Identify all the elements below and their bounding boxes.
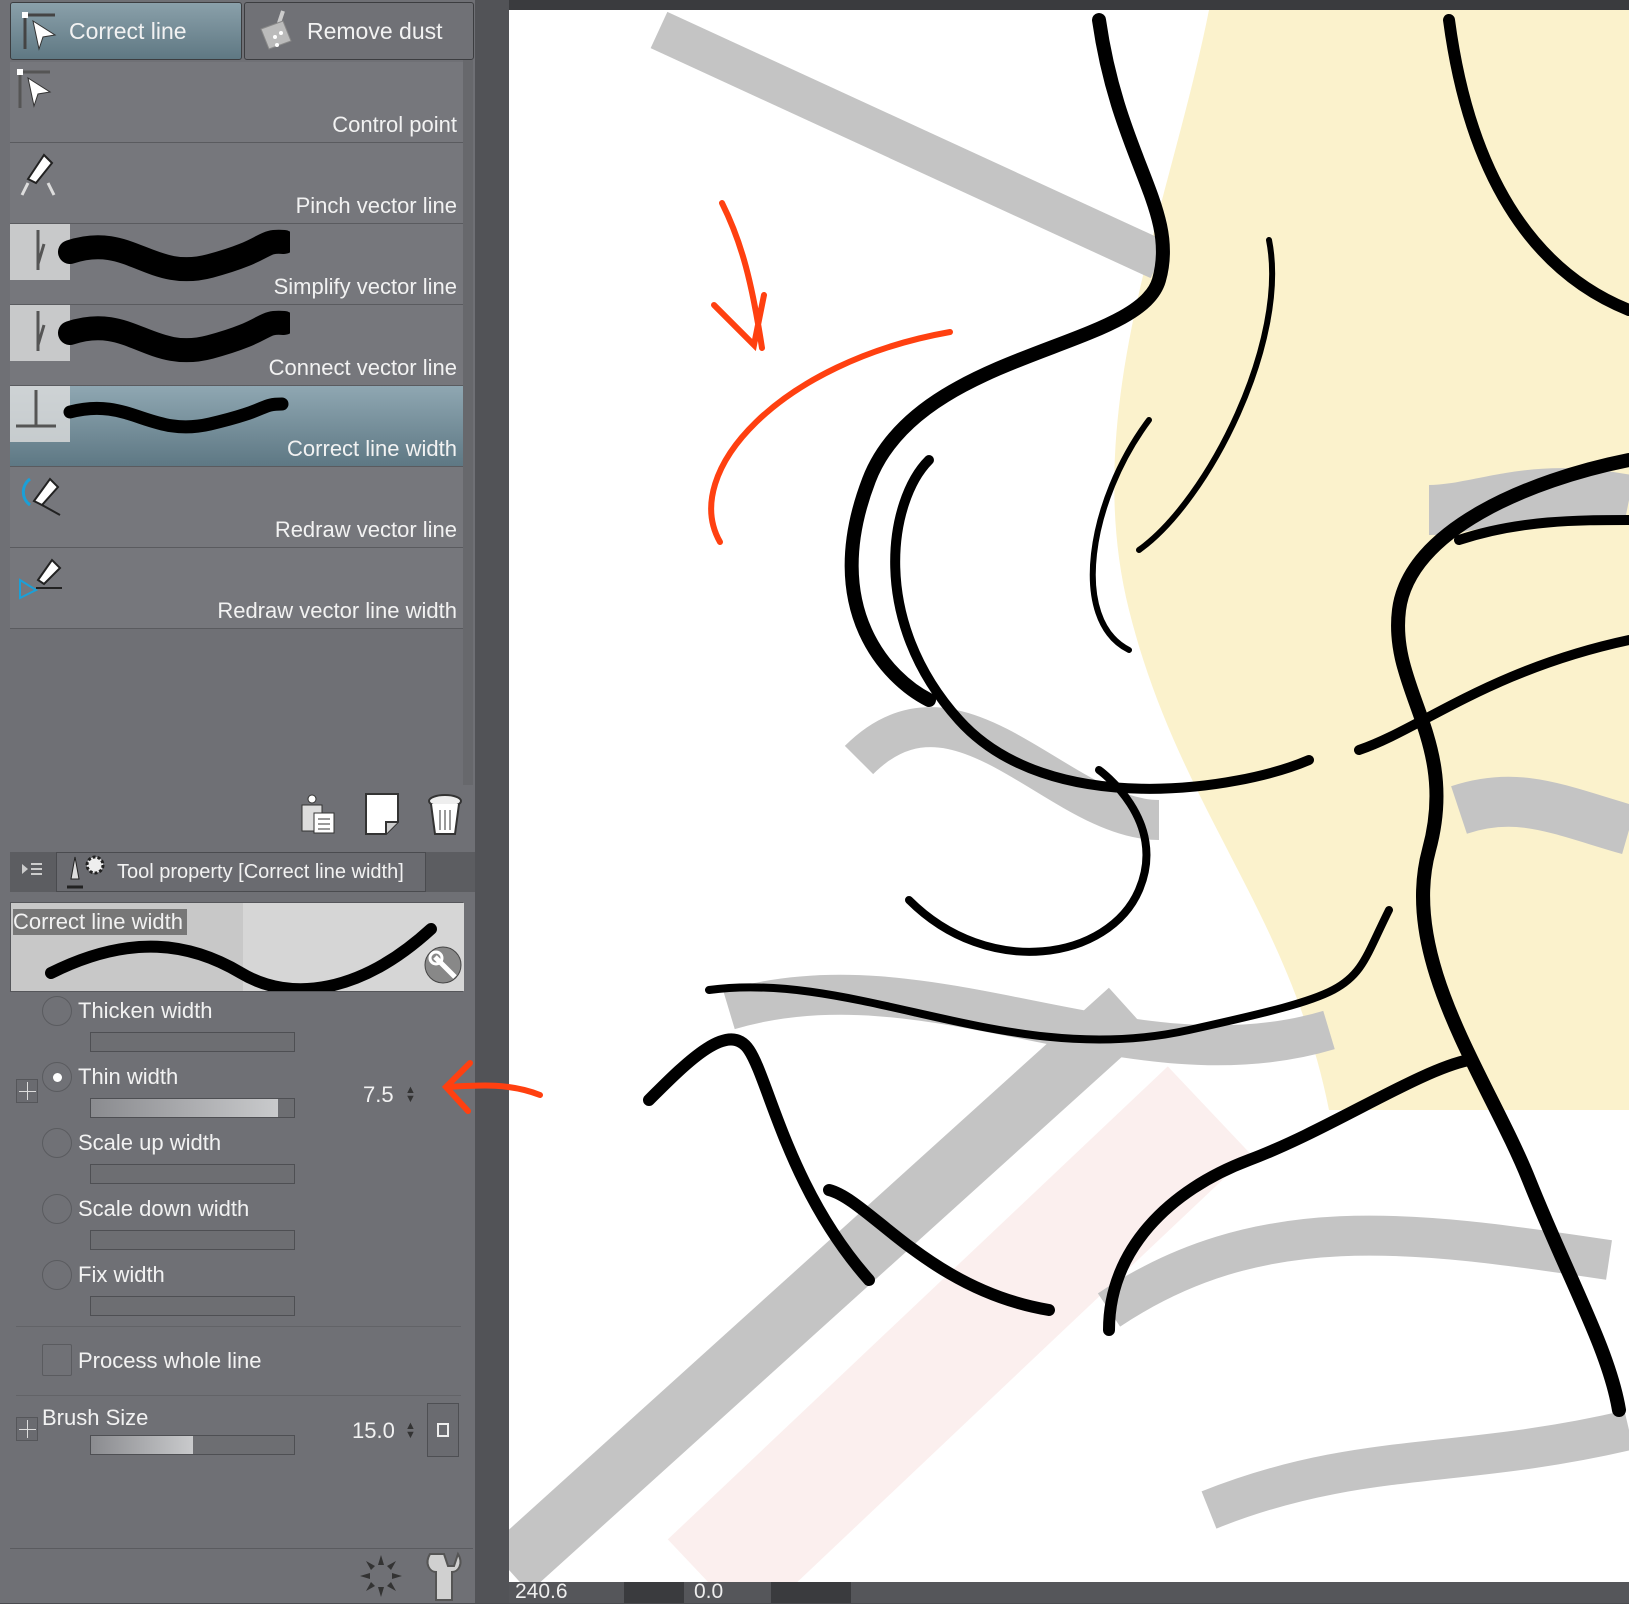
expand-icon[interactable] (16, 1417, 38, 1441)
rotation-value[interactable]: 240.6 (515, 1580, 568, 1604)
brush-stroke-icon (10, 224, 290, 282)
sub-tool-label: Redraw vector line width (217, 598, 457, 623)
sub-tool-redraw-vector-line-width[interactable]: Redraw vector line width (10, 548, 463, 629)
radio-fix-width[interactable] (42, 1260, 72, 1290)
divider (10, 1548, 473, 1549)
divider (16, 1326, 461, 1327)
tool-list-scrollbar[interactable] (463, 60, 473, 785)
fix-width-slider[interactable] (90, 1296, 295, 1316)
panel-divider[interactable] (475, 0, 509, 1603)
tool-property-title: Tool property [Correct line width] (117, 860, 404, 883)
radio-scale-down-width[interactable] (42, 1194, 72, 1224)
sub-tool-label: Simplify vector line (273, 274, 457, 299)
preview-label: Correct line width (13, 909, 187, 935)
option-label: Scale up width (78, 1130, 222, 1155)
tab-correct-line[interactable]: Correct line (10, 2, 242, 60)
wrench-icon[interactable] (423, 945, 463, 985)
scale-down-width-slider[interactable] (90, 1230, 295, 1250)
thicken-width-slider[interactable] (90, 1032, 295, 1052)
drawing-canvas[interactable] (509, 10, 1629, 1583)
option-fix-width[interactable]: Fix width (40, 1260, 460, 1324)
sub-tool-redraw-vector-line[interactable]: Redraw vector line (10, 467, 463, 548)
option-thin-width[interactable]: Thin width 7.5 ▲ ▼ (40, 1062, 460, 1126)
brush-stroke-icon (10, 386, 289, 442)
brush-stroke-icon (10, 305, 290, 363)
spinner-icon[interactable]: ▲ ▼ (405, 1421, 416, 1441)
redraw-pen-icon (21, 477, 61, 516)
dustpan-icon (260, 10, 292, 50)
panel-menu-icon[interactable] (20, 860, 44, 882)
spinner-icon[interactable]: ▲ ▼ (405, 1085, 416, 1105)
option-thicken-width[interactable]: Thicken width (40, 996, 460, 1060)
sub-tool-connect-vector-line[interactable]: Connect vector line (10, 305, 463, 386)
sub-tool-label: Control point (332, 112, 457, 137)
artwork (509, 10, 1629, 1583)
brush-preview: Correct line width (10, 902, 464, 992)
sub-tool-correct-line-width[interactable]: Correct line width (10, 386, 463, 467)
tool-settings-wrench-icon[interactable] (424, 1550, 466, 1602)
tab-tool-property[interactable]: Tool property [Correct line width] (56, 852, 426, 892)
thin-width-value[interactable]: 7.5 (363, 1082, 394, 1108)
option-scale-up-width[interactable]: Scale up width (40, 1128, 460, 1192)
process-whole-line-checkbox[interactable]: Process whole line (40, 1344, 460, 1378)
trash-icon[interactable] (426, 792, 464, 836)
annotation-arrow-icon (441, 1060, 543, 1114)
sub-tool-label: Redraw vector line (274, 517, 457, 542)
canvas-tabbar (509, 0, 1629, 10)
sub-tool-label: Correct line width (287, 436, 457, 461)
tab-remove-dust[interactable]: Remove dust (244, 2, 474, 60)
option-label: Thin width (78, 1064, 179, 1089)
sub-tool-label: Pinch vector line (295, 193, 457, 218)
radio-scale-up-width[interactable] (42, 1128, 72, 1158)
sub-tool-control-point[interactable]: Control point (10, 62, 463, 143)
reset-icon[interactable] (358, 1553, 404, 1599)
expand-icon[interactable] (16, 1079, 38, 1103)
scale-up-width-slider[interactable] (90, 1164, 295, 1184)
pressure-button[interactable] (427, 1403, 459, 1457)
tab-label: Remove dust (307, 17, 443, 44)
control-point-icon (17, 69, 52, 108)
correct-line-icon (22, 12, 57, 51)
thin-width-slider[interactable] (90, 1098, 295, 1118)
checkbox-label: Process whole line (78, 1348, 262, 1373)
secondary-value[interactable]: 0.0 (694, 1580, 723, 1604)
divider (16, 1395, 461, 1396)
rotation-slider[interactable] (624, 1582, 684, 1603)
tab-label: Correct line (69, 17, 187, 44)
sub-tool-simplify-vector-line[interactable]: Simplify vector line (10, 224, 463, 305)
brush-size-value[interactable]: 15.0 (352, 1418, 395, 1444)
sub-tool-label: Connect vector line (268, 355, 457, 380)
pen-gear-icon (67, 855, 105, 889)
radio-thicken-width[interactable] (42, 996, 72, 1026)
status-bar: 240.6 0.0 (509, 1580, 1629, 1604)
copy-settings-icon[interactable] (298, 793, 338, 835)
brush-size-slider[interactable] (90, 1435, 295, 1455)
sub-tool-pinch-vector-line[interactable]: Pinch vector line (10, 143, 463, 224)
pinch-pen-icon (20, 153, 56, 196)
radio-thin-width[interactable] (42, 1062, 72, 1092)
redraw-width-icon (19, 558, 62, 600)
option-label: Scale down width (78, 1196, 250, 1221)
status-control[interactable] (771, 1582, 851, 1603)
new-sub-tool-icon[interactable] (364, 792, 400, 836)
option-label: Fix width (78, 1262, 165, 1287)
option-scale-down-width[interactable]: Scale down width (40, 1194, 460, 1258)
brush-size-label: Brush Size (42, 1405, 149, 1430)
option-label: Thicken width (78, 998, 213, 1023)
